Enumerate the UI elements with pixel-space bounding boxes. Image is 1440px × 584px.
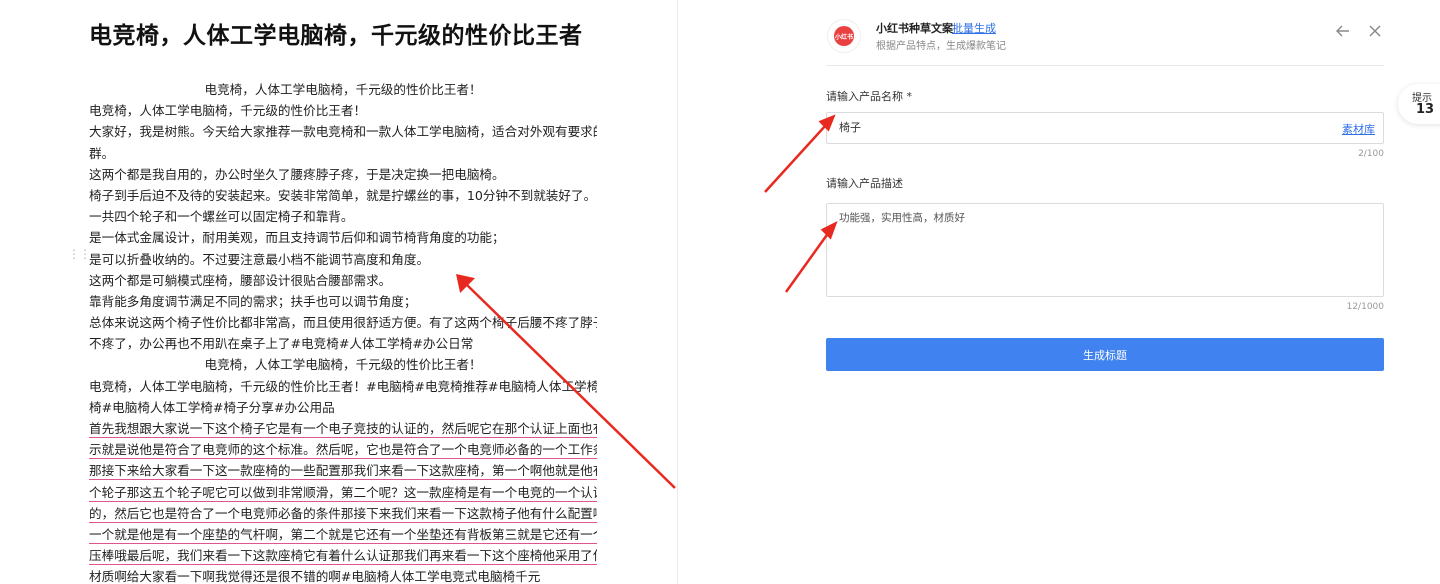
document-line: 是一体式金属设计，耐用美观，而且支持调节后仰和调节椅背角度的功能； bbox=[89, 230, 505, 246]
document-line: 大家好，我是树熊。今天给大家推荐一款电竞椅和一款人体工学电脑椅，适合对外观有要求… bbox=[89, 124, 597, 140]
document-line: 这两个都是可躺模式座椅，腰部设计很贴合腰部需求。 bbox=[89, 272, 392, 288]
batch-generate-link[interactable]: 批量生成 bbox=[952, 20, 996, 36]
document-line: 不疼了，办公再也不用趴在桌子上了#电竞椅#人体工学椅#办公日常 bbox=[89, 336, 474, 352]
document-line: 靠背能多角度调节满足不同的需求；扶手也可以调节角度； bbox=[89, 293, 417, 309]
document-line: 是可以折叠收纳的。不过要注意最小档不能调节高度和角度。 bbox=[89, 251, 430, 267]
product-desc-textarea[interactable]: 功能强，实用性高，材质好 bbox=[839, 210, 1369, 290]
document-line: 首先我想跟大家说一下这个椅子它是有一个电子竞技的认证的，然后呢它在那个认证上面也… bbox=[89, 421, 597, 436]
tip-badge[interactable]: 提示 13 bbox=[1398, 84, 1440, 124]
tip-count: 13 bbox=[1416, 102, 1435, 117]
close-icon[interactable] bbox=[1366, 22, 1384, 40]
document-line: 材质啊给大家看一下啊我觉得还是很不错的啊#电脑椅人体工学电竞式电脑椅千元 bbox=[89, 569, 541, 584]
generate-title-button[interactable]: 生成标题 bbox=[826, 338, 1384, 371]
product-name-counter: 2/100 bbox=[1358, 149, 1384, 159]
xiaohongshu-logo-mark: 小红书 bbox=[834, 26, 854, 46]
panel-gutter bbox=[679, 0, 809, 584]
app-name: 小红书种草文案 bbox=[876, 22, 953, 35]
document-line: 这两个都是我自用的，办公时坐久了腰疼脖子疼，于是决定换一把电脑椅。 bbox=[89, 166, 505, 182]
document-line: 电竞椅，人体工学电脑椅，千元级的性价比王者！ bbox=[89, 103, 367, 119]
app-subtitle: 根据产品特点，生成爆款笔记 bbox=[876, 41, 1006, 52]
document-line: 总体来说这两个椅子性价比都非常高，而且使用很舒适方便。有了这两个椅子后腰不疼了脖… bbox=[89, 315, 597, 331]
document-line: 电竞椅，人体工学电脑椅，千元级的性价比王者！#电脑椅#电竞椅推荐#电脑椅人体工学… bbox=[89, 378, 597, 394]
back-arrow-icon[interactable] bbox=[1334, 22, 1352, 40]
xiaohongshu-logo: 小红书 bbox=[828, 20, 860, 52]
material-library-link[interactable]: 素材库 bbox=[1342, 121, 1375, 137]
document-line: 个轮子那这五个轮子呢它可以做到非常顺滑，第二个呢？这一款座椅是有一个电竞的一个认… bbox=[89, 484, 597, 500]
document-line: 示就是说他是符合了电竞师的这个标准。然后呢，它也是符合了一个电竞师必备的一个工作… bbox=[89, 442, 597, 458]
document-line: 椅子到手后迫不及待的安装起来。安装非常简单，就是拧螺丝的事，10分钟不到就装好了… bbox=[89, 187, 597, 203]
document-body[interactable]: 电竞椅，人体工学电脑椅，千元级的性价比王者！ 电竞椅，人体工学电脑椅，千元级的性价… bbox=[89, 79, 597, 584]
product-desc-field[interactable]: 功能强，实用性高，材质好 bbox=[826, 203, 1384, 297]
document-line: 压棒哦最后呢，我们来看一下这款座椅它有着什么认证那我们再来看一下这个座椅他采用了… bbox=[89, 548, 597, 564]
document-line: 一共四个轮子和一个螺丝可以固定椅子和靠背。 bbox=[89, 209, 354, 225]
document-line: 电竞椅，人体工学电脑椅，千元级的性价比王者！ bbox=[204, 357, 482, 373]
panel-header: 小红书 小红书种草文案 批量生成 根据产品特点，生成爆款笔记 bbox=[826, 16, 1384, 66]
product-desc-counter: 12/1000 bbox=[1346, 302, 1384, 312]
document-line: 椅#电脑椅人体工学椅#椅子分享#办公用品 bbox=[89, 399, 335, 415]
document-line: 一个就是他是有一个座垫的气杆啊，第二个就是它还有一个坐垫还有背板第三就是它还有一… bbox=[89, 526, 597, 542]
product-name-field[interactable]: 素材库 bbox=[826, 112, 1384, 144]
document-line: 那接下来给大家看一下这一款座椅的一些配置那我们来看一下这款座椅，第一个啊他就是他… bbox=[89, 463, 597, 479]
document-line: 电竞椅，人体工学电脑椅，千元级的性价比王者！ bbox=[204, 82, 482, 97]
product-name-label: 请输入产品名称 * bbox=[826, 90, 912, 103]
document-title: 电竞椅，人体工学电脑椅，千元级的性价比王者 bbox=[89, 23, 583, 49]
document-line: 群。 bbox=[89, 145, 115, 161]
product-desc-label: 请输入产品描述 bbox=[826, 177, 903, 190]
document-editor[interactable]: ⋮⋮ 电竞椅，人体工学电脑椅，千元级的性价比王者 电竞椅，人体工学电脑椅，千元级… bbox=[0, 0, 678, 584]
generator-panel: 小红书 小红书种草文案 批量生成 根据产品特点，生成爆款笔记 请输入产品名称 *… bbox=[826, 0, 1384, 584]
drag-handle-icon[interactable]: ⋮⋮ bbox=[68, 248, 91, 260]
product-name-input[interactable] bbox=[839, 113, 1319, 143]
document-line: 的，然后它也是符合了一个电竞师必备的条件那接下来我们来看一下这款椅子他有什么配置… bbox=[89, 505, 597, 521]
